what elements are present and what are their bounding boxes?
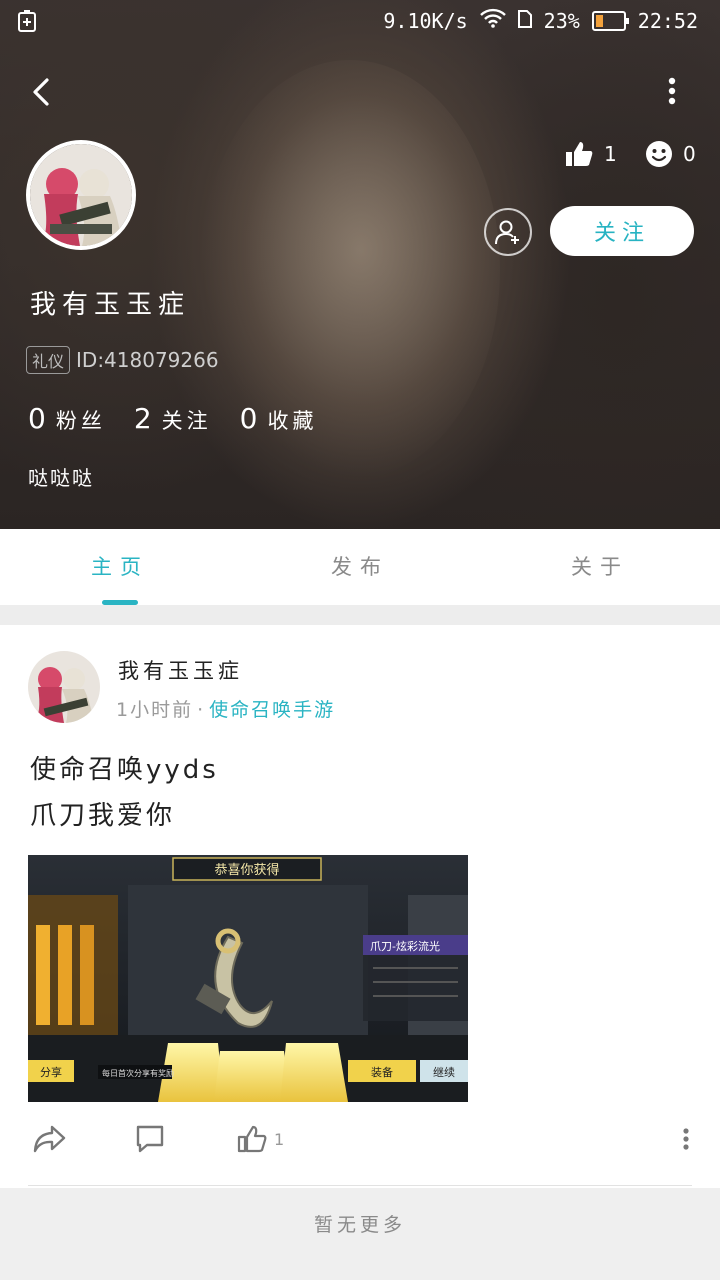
post-like-count: 1 — [274, 1129, 285, 1149]
user-bio: 哒哒哒 — [28, 466, 94, 490]
back-arrow-icon — [33, 78, 49, 106]
add-user-icon — [495, 220, 519, 245]
stat-number: 0 — [239, 402, 258, 435]
wifi-icon — [479, 8, 506, 33]
profile-stats: 0 粉丝 2 关注 0 收藏 — [28, 402, 317, 435]
battery-percent: 23% — [543, 8, 580, 33]
stat-label: 收藏 — [267, 409, 318, 433]
image-equip-text: 装备 — [371, 1065, 393, 1079]
status-bar: 9.10K/s 23% 22:52 — [0, 0, 720, 44]
image-item-name: 爪刀-炫彩流光 — [370, 939, 440, 953]
post-card: 我有玉玉症 1小时前 · 使命召唤手游 使命召唤yyds 爪刀我爱你 恭喜你获得… — [0, 625, 720, 1187]
back-button[interactable] — [24, 72, 64, 112]
user-id-row: 礼仪 ID:418079266 — [26, 346, 219, 374]
comment-button[interactable] — [134, 1124, 166, 1154]
user-id: ID:418079266 — [76, 348, 219, 372]
profile-tabs: 主页 发布 关于 — [0, 529, 720, 605]
sim-icon — [517, 9, 532, 33]
image-banner-text: 恭喜你获得 — [214, 862, 279, 878]
mood-counter[interactable]: 0 — [645, 140, 696, 168]
clock: 22:52 — [637, 8, 698, 33]
post-divider — [28, 1185, 692, 1186]
thumbs-up-icon — [566, 142, 593, 166]
battery-icon — [591, 10, 629, 31]
image-share-text: 分享 — [40, 1065, 62, 1079]
stat-number: 2 — [133, 402, 152, 435]
meta-separator: · — [197, 699, 206, 721]
likes-counter[interactable]: 1 — [564, 140, 617, 168]
stat-favorites[interactable]: 0 收藏 — [240, 402, 318, 435]
post-more-button[interactable] — [672, 1124, 700, 1154]
more-options-button[interactable] — [652, 72, 692, 112]
net-speed: 9.10K/s — [383, 8, 468, 33]
post-line: 爪刀我爱你 — [30, 801, 176, 831]
vertical-dots-icon — [668, 77, 676, 105]
profile-avatar[interactable] — [26, 140, 136, 250]
stat-following[interactable]: 2 关注 — [134, 402, 212, 435]
post-line: 使命召唤yyds — [30, 755, 219, 785]
post-body: 使命召唤yyds 爪刀我爱你 — [30, 747, 219, 839]
stat-label: 粉丝 — [55, 409, 106, 433]
section-divider — [0, 605, 720, 625]
likes-count: 1 — [604, 142, 617, 166]
battery-saver-icon — [18, 10, 36, 37]
thumbs-up-outline-icon — [237, 1125, 267, 1153]
comment-icon — [136, 1125, 164, 1153]
stat-fans[interactable]: 0 粉丝 — [28, 402, 106, 435]
stat-number: 0 — [28, 402, 46, 435]
smiley-icon — [646, 141, 672, 167]
post-like-button[interactable]: 1 — [236, 1124, 284, 1154]
username: 我有玉玉症 — [30, 290, 191, 320]
post-time: 1小时前 — [116, 699, 194, 721]
image-share-hint: 每日首次分享有奖励 — [102, 1068, 174, 1078]
post-image[interactable]: 恭喜你获得 爪刀-炫彩流光 分享 每日首次分享有奖励 装备 继续 — [28, 855, 468, 1102]
post-author-avatar[interactable] — [28, 651, 100, 723]
vertical-dots-icon — [683, 1128, 689, 1150]
add-friend-button[interactable] — [484, 208, 532, 256]
tab-about[interactable]: 关于 — [480, 529, 720, 605]
post-author-name[interactable]: 我有玉玉症 — [118, 655, 243, 685]
id-badge: 礼仪 — [26, 346, 71, 374]
tab-home[interactable]: 主页 — [0, 529, 240, 605]
mood-count: 0 — [683, 142, 696, 166]
post-actions: 1 — [0, 1120, 720, 1170]
tab-posts[interactable]: 发布 — [240, 529, 480, 605]
post-game-link[interactable]: 使命召唤手游 — [209, 699, 335, 721]
image-continue-text: 继续 — [433, 1065, 455, 1079]
share-button[interactable] — [32, 1124, 66, 1154]
share-icon — [33, 1125, 66, 1153]
stat-label: 关注 — [161, 409, 212, 433]
no-more-indicator: 暂无更多 — [0, 1188, 720, 1280]
follow-button[interactable]: 关注 — [550, 206, 694, 256]
post-meta: 1小时前 · 使命召唤手游 — [116, 695, 335, 722]
profile-header: 9.10K/s 23% 22:52 1 0 关注 我有玉玉症 礼仪 ID:418… — [0, 0, 720, 529]
